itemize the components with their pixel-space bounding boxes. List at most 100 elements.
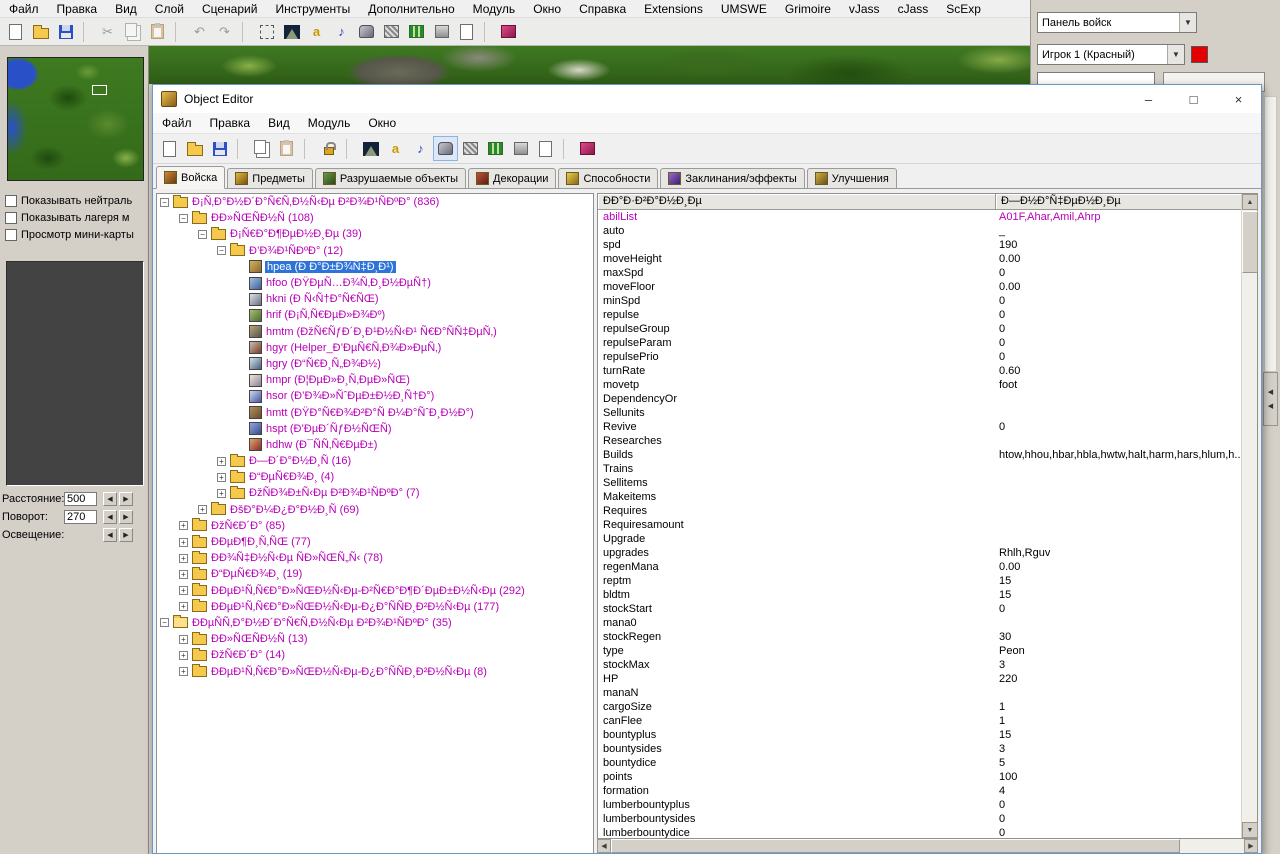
property-row[interactable]: bountysides 3 xyxy=(598,742,1241,756)
object-manager-button[interactable] xyxy=(404,19,429,44)
sound-editor-button[interactable]: ♪ xyxy=(408,136,433,161)
property-row[interactable]: formation 4 xyxy=(598,784,1241,798)
property-row[interactable]: lumberbountyplus 0 xyxy=(598,798,1241,812)
minimize-button[interactable]: – xyxy=(1126,85,1171,113)
property-row[interactable]: DependencyOr xyxy=(598,392,1241,406)
tab-4[interactable]: Декорации xyxy=(468,168,557,188)
terrain-editor-button[interactable] xyxy=(358,136,383,161)
tree-row[interactable]: + ÐžÑÐ¾Ð±Ñ‹Ðµ Ð²Ð¾Ð¹ÑÐºÐ° (7) xyxy=(157,485,593,501)
property-row[interactable]: turnRate 0.60 xyxy=(598,364,1241,378)
tree-row[interactable]: + ÐÐµÐ¹Ñ‚Ñ€Ð°Ð»ÑŒÐ½Ñ‹Ðµ-Ð²Ñ€Ð°Ð¶Ð´ÐµÐ±Ð½Ñ… xyxy=(157,583,593,599)
tree-expand-toggle[interactable]: + xyxy=(217,456,226,466)
script-editor-button[interactable] xyxy=(533,136,558,161)
checkbox-row[interactable]: Просмотр мини-карты xyxy=(3,226,147,243)
tree-expand-toggle[interactable]: − xyxy=(179,213,188,223)
object-editor-titlebar[interactable]: Object Editor – □ × xyxy=(153,85,1261,113)
property-row[interactable]: type Peon xyxy=(598,644,1241,658)
tab-5[interactable]: Способности xyxy=(558,168,659,188)
property-row[interactable]: Sellitems xyxy=(598,476,1241,490)
property-row[interactable]: Revive 0 xyxy=(598,420,1241,434)
tree-row[interactable]: hpea (Ð Ð°Ð±Ð¾Ñ‡Ð¸Ð¹) xyxy=(157,259,593,275)
column-header-name[interactable]: ÐÐ°Ð·Ð²Ð°Ð½Ð¸Ðµ xyxy=(598,194,996,210)
property-row[interactable]: moveFloor 0.00 xyxy=(598,280,1241,294)
tree-row[interactable]: hkni (Ð Ñ‹Ñ†Ð°Ñ€ÑŒ) xyxy=(157,291,593,307)
menu-item[interactable]: Файл xyxy=(153,115,201,131)
menu-item[interactable]: Правка xyxy=(48,1,107,17)
checkbox[interactable] xyxy=(5,211,17,224)
tree-expand-toggle[interactable]: − xyxy=(217,246,226,256)
menu-item[interactable]: Файл xyxy=(0,1,48,17)
import-manager-button[interactable] xyxy=(429,19,454,44)
menu-item[interactable]: Окно xyxy=(524,1,570,17)
property-row[interactable]: mana0 xyxy=(598,616,1241,630)
scroll-left-icon[interactable]: ◀ xyxy=(1268,388,1273,396)
checkbox[interactable] xyxy=(5,228,17,241)
property-row[interactable]: bountydice 5 xyxy=(598,756,1241,770)
tree-row[interactable]: hrif (Ð¡Ñ‚Ñ€ÐµÐ»Ð¾Ðº) xyxy=(157,307,593,323)
campaign-editor-button[interactable] xyxy=(458,136,483,161)
spin-right-button[interactable]: ▶ xyxy=(119,492,133,506)
tab-6[interactable]: Заклинания/эффекты xyxy=(660,168,805,188)
menu-item[interactable]: Grimoire xyxy=(776,1,840,17)
property-row[interactable]: Makeitems xyxy=(598,490,1241,504)
menu-item[interactable]: Вид xyxy=(259,115,299,131)
minimap[interactable] xyxy=(7,57,144,181)
tree-row[interactable]: hmtm (ÐžÑ€ÑƒÐ´Ð¸Ð¹Ð½Ñ‹Ð¹ Ñ€Ð°ÑÑ‡ÐµÑ‚) xyxy=(157,324,593,340)
tree-row[interactable]: − Ð¡Ñ€Ð°Ð¶ÐµÐ½Ð¸Ðµ (39) xyxy=(157,226,593,242)
menu-item[interactable]: Модуль xyxy=(464,1,525,17)
copy-button[interactable] xyxy=(120,19,145,44)
scrollbar-thumb[interactable] xyxy=(1242,211,1258,273)
tree-expand-toggle[interactable]: + xyxy=(179,586,188,596)
tree-row[interactable]: hfoo (ÐŸÐµÑ…Ð¾Ñ‚Ð¸Ð½ÐµÑ†) xyxy=(157,275,593,291)
menu-item[interactable]: Модуль xyxy=(299,115,360,131)
tab-7[interactable]: Улучшения xyxy=(806,168,897,188)
property-row[interactable]: maxSpd 0 xyxy=(598,266,1241,280)
object-editor-button[interactable] xyxy=(354,19,379,44)
menu-item[interactable]: UMSWE xyxy=(712,1,776,17)
test-map-button[interactable] xyxy=(575,136,600,161)
property-row[interactable]: lumberbountysides 0 xyxy=(598,812,1241,826)
property-row[interactable]: Trains xyxy=(598,462,1241,476)
tree-expand-toggle[interactable]: + xyxy=(179,537,188,547)
menu-item[interactable]: ScExp xyxy=(937,1,990,17)
scroll-left-icon[interactable]: ◀ xyxy=(1268,402,1273,410)
paste-button[interactable] xyxy=(274,136,299,161)
scrollbar-track[interactable] xyxy=(1180,839,1244,853)
property-row[interactable]: Researches xyxy=(598,434,1241,448)
trigger-editor-button[interactable]: a xyxy=(383,136,408,161)
tree-expand-toggle[interactable]: + xyxy=(179,634,188,644)
tree-expand-toggle[interactable]: − xyxy=(160,618,169,628)
copy-button[interactable] xyxy=(249,136,274,161)
chevron-down-icon[interactable]: ▼ xyxy=(1167,45,1184,64)
open-folder-button[interactable] xyxy=(182,136,207,161)
property-row[interactable]: canFlee 1 xyxy=(598,714,1241,728)
column-header-value[interactable]: Ð—Ð½Ð°Ñ‡ÐµÐ½Ð¸Ðµ xyxy=(996,194,1257,210)
tree-row[interactable]: + ÐžÑ€Ð´Ð° (14) xyxy=(157,647,593,663)
tree-row[interactable]: + ÐžÑ€Ð´Ð° (85) xyxy=(157,518,593,534)
tree-row[interactable]: + ÐÐ¾Ñ‡Ð½Ñ‹Ðµ ÑÐ»ÑŒÑ„Ñ‹ (78) xyxy=(157,550,593,566)
spin-left-button[interactable]: ◀ xyxy=(103,492,117,506)
player-select[interactable]: Игрок 1 (Красный) ▼ xyxy=(1037,44,1185,65)
property-row[interactable]: moveHeight 0.00 xyxy=(598,252,1241,266)
object-editor-button[interactable] xyxy=(433,136,458,161)
spin-right-button[interactable]: ▶ xyxy=(119,510,133,524)
menu-item[interactable]: cJass xyxy=(889,1,938,17)
field-input[interactable]: 270 xyxy=(64,510,97,524)
maximize-button[interactable]: □ xyxy=(1171,85,1216,113)
tree-expand-toggle[interactable]: + xyxy=(217,472,226,482)
checkbox-row[interactable]: Показывать нейтраль xyxy=(3,192,147,209)
property-row[interactable]: auto _ xyxy=(598,224,1241,238)
lock-button[interactable] xyxy=(316,136,341,161)
property-row[interactable]: minSpd 0 xyxy=(598,294,1241,308)
tree-row[interactable]: − Ð¡Ñ‚Ð°Ð½Ð´Ð°Ñ€Ñ‚Ð½Ñ‹Ðµ Ð²Ð¾Ð¹ÑÐºÐ° (836… xyxy=(157,194,593,210)
tree-expand-toggle[interactable]: − xyxy=(198,229,207,239)
property-row[interactable]: Requiresamount xyxy=(598,518,1241,532)
property-row[interactable]: bountyplus 15 xyxy=(598,728,1241,742)
tree-expand-toggle[interactable]: + xyxy=(198,505,207,515)
menu-item[interactable]: Сценарий xyxy=(193,1,266,17)
property-row[interactable]: regenMana 0.00 xyxy=(598,560,1241,574)
menu-item[interactable]: Правка xyxy=(201,115,260,131)
property-row[interactable]: points 100 xyxy=(598,770,1241,784)
property-row[interactable]: repulseParam 0 xyxy=(598,336,1241,350)
tab-1[interactable]: Войска xyxy=(156,166,226,189)
